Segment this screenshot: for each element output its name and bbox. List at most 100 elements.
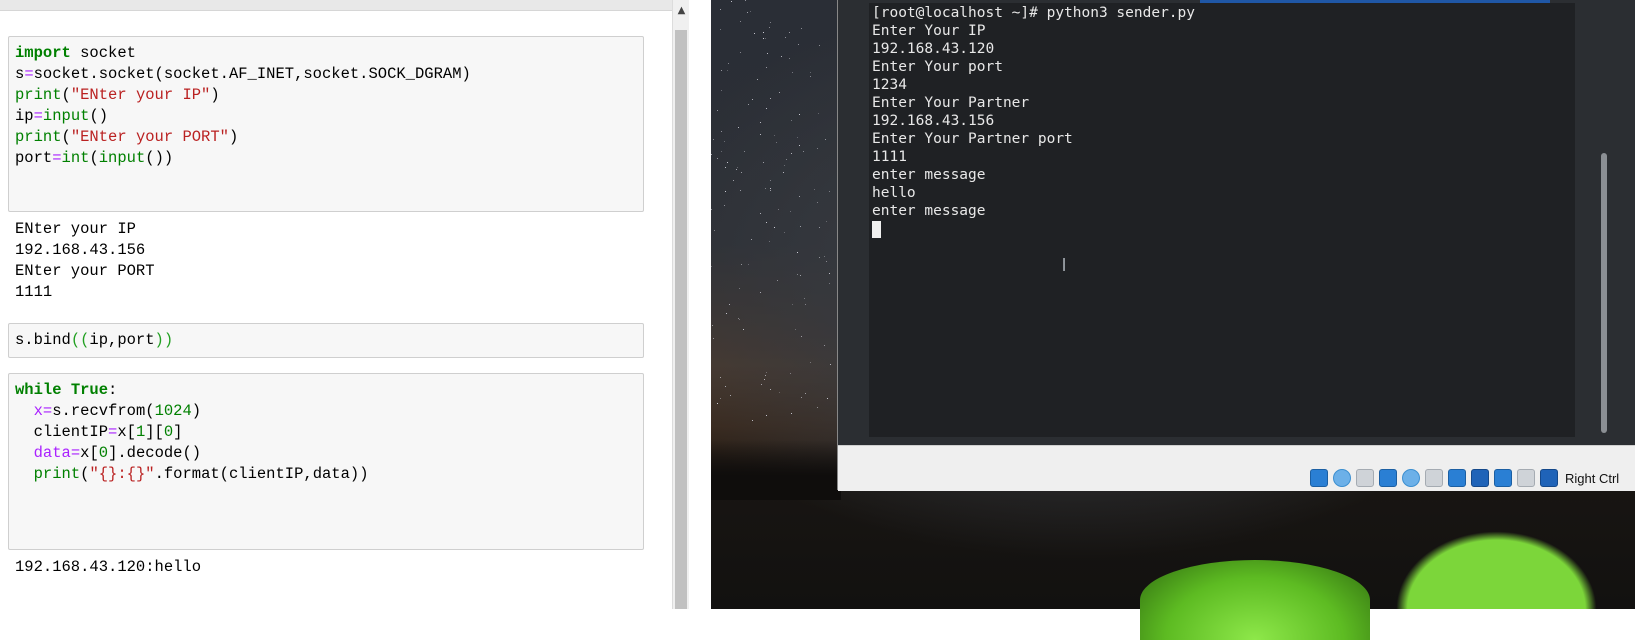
notebook-scroll-thumb[interactable]: [675, 30, 687, 609]
usb-icon[interactable]: [1356, 469, 1374, 487]
wallpaper-star: [747, 12, 748, 13]
wallpaper-star: [817, 407, 818, 408]
code-cell-2[interactable]: s.bind((ip,port)): [8, 323, 644, 358]
code-token: =: [70, 444, 81, 462]
wallpaper-star: [763, 38, 764, 39]
wallpaper-star: [774, 227, 775, 228]
wallpaper-star: [733, 180, 734, 181]
wallpaper-star: [766, 222, 767, 223]
wallpaper-star: [740, 190, 741, 191]
wallpaper-star: [721, 90, 722, 91]
wallpaper-star: [779, 392, 780, 393]
wallpaper-star: [770, 190, 771, 191]
wallpaper-star: [730, 395, 731, 396]
code-line: x=s.recvfrom(1024): [15, 401, 637, 422]
wallpaper-star: [765, 188, 766, 189]
code-cell-1-source[interactable]: import socket s=socket.socket(socket.AF_I…: [9, 37, 643, 175]
code-token: =: [24, 65, 34, 83]
code-token: print: [15, 86, 62, 104]
code-token: int: [61, 149, 90, 167]
wallpaper-star: [725, 191, 726, 192]
network-icon[interactable]: [1379, 469, 1397, 487]
code-token: x[: [80, 444, 99, 462]
wallpaper-star: [713, 139, 714, 140]
wallpaper-star: [712, 325, 713, 326]
audio-icon[interactable]: [1310, 469, 1328, 487]
wallpaper-star: [766, 108, 767, 109]
wallpaper-star: [724, 205, 725, 206]
keyboard-capture-icon[interactable]: [1540, 469, 1558, 487]
notebook-scrollbar[interactable]: ▲: [672, 0, 690, 609]
code-token: )): [154, 331, 174, 349]
wallpaper-star: [801, 397, 802, 398]
wallpaper-star: [800, 275, 801, 276]
wallpaper-star: [725, 167, 726, 168]
scroll-up-arrow-icon[interactable]: ▲: [673, 0, 690, 22]
wallpaper-star: [711, 209, 712, 210]
virtualization-icon[interactable]: [1494, 469, 1512, 487]
wallpaper-star: [784, 165, 785, 166]
wallpaper-star: [818, 113, 819, 114]
wallpaper-star: [717, 403, 718, 404]
output-line: 1111: [15, 283, 53, 301]
wallpaper-star: [738, 318, 739, 319]
code-token: ][: [145, 423, 164, 441]
wallpaper-star: [770, 180, 771, 181]
wallpaper-star: [829, 283, 830, 284]
terminal-scrollbar[interactable]: [1598, 3, 1610, 437]
terminal-line: 1234: [872, 77, 907, 93]
wallpaper-star: [824, 345, 825, 346]
display-icon[interactable]: [1425, 469, 1443, 487]
code-cell-3-source[interactable]: while True: x=s.recvfrom(1024) clientIP=…: [9, 374, 643, 491]
wallpaper-star: [774, 135, 775, 136]
output-line: ENter your PORT: [15, 262, 155, 280]
code-token: ]: [173, 423, 183, 441]
terminal-line: 192.168.43.120: [872, 41, 995, 57]
virtualbox-vm-window[interactable]: [root@localhost ~]# python3 sender.py Ent…: [837, 0, 1635, 491]
output-line: 192.168.43.120:hello: [15, 558, 202, 576]
wallpaper-star: [826, 221, 827, 222]
wallpaper-star: [721, 70, 722, 71]
code-line: import socket: [15, 43, 637, 64]
code-cell-3[interactable]: while True: x=s.recvfrom(1024) clientIP=…: [8, 373, 644, 550]
wallpaper-star: [770, 98, 771, 99]
wallpaper-star: [805, 393, 806, 394]
wallpaper-star: [778, 209, 779, 210]
wallpaper-star: [720, 9, 721, 10]
wallpaper-star: [711, 154, 712, 155]
optical-drive-icon[interactable]: [1333, 469, 1351, 487]
code-token: 0: [163, 423, 174, 441]
code-line: port=int(input()): [15, 148, 637, 169]
shared-folders-icon[interactable]: [1402, 469, 1420, 487]
video-capture-icon[interactable]: [1448, 469, 1466, 487]
wallpaper-star: [786, 159, 787, 160]
code-token: "{}:{}": [89, 465, 155, 483]
code-cell-1[interactable]: import socket s=socket.socket(socket.AF_I…: [8, 36, 644, 212]
code-token: =: [33, 107, 43, 125]
wallpaper-star: [761, 384, 762, 385]
wallpaper-star: [810, 72, 811, 73]
wallpaper-star: [769, 27, 770, 28]
wallpaper-star: [739, 288, 740, 289]
recording-icon[interactable]: [1471, 469, 1489, 487]
code-token: ((: [70, 331, 90, 349]
wallpaper-star: [763, 162, 764, 163]
code-token: input: [98, 149, 146, 167]
terminal-content[interactable]: [root@localhost ~]# python3 sender.py Ent…: [869, 3, 1575, 437]
code-cell-2-source[interactable]: s.bind((ip,port)): [9, 324, 643, 357]
terminal-scroll-thumb[interactable]: [1601, 153, 1607, 433]
mouse-integration-icon[interactable]: [1517, 469, 1535, 487]
wallpaper-star: [817, 202, 818, 203]
wallpaper-star: [769, 241, 770, 242]
code-line: print("ENter your PORT"): [15, 127, 637, 148]
code-token: ].decode(): [108, 444, 202, 462]
wallpaper-treeline: [711, 440, 841, 500]
code-cell-1-output: ENter your IP 192.168.43.156 ENter your PO…: [15, 219, 155, 303]
wallpaper-star: [741, 264, 742, 265]
code-token: print: [33, 465, 81, 483]
wallpaper-star: [763, 32, 764, 33]
terminal-window[interactable]: [root@localhost ~]# python3 sender.py Ent…: [838, 0, 1635, 445]
wallpaper-star: [713, 338, 714, 339]
wallpaper-star: [727, 162, 728, 163]
